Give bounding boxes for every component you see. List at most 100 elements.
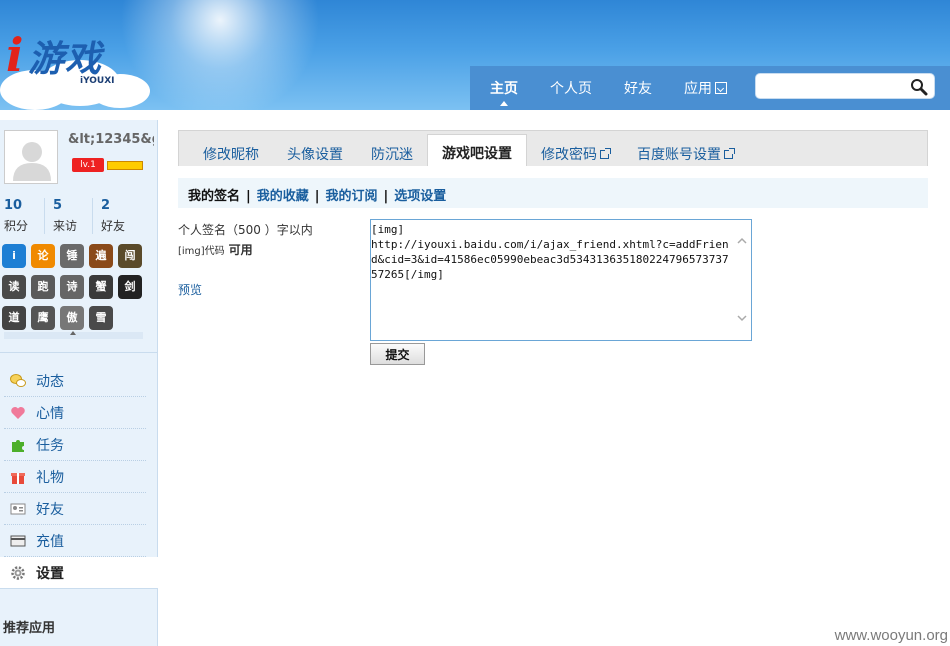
recommend-apps-heading: 推荐应用 [0, 588, 158, 636]
sidebar-item-recharge[interactable]: 充值 [4, 525, 146, 557]
watermark: www.wooyun.org [834, 627, 948, 644]
badge-icon[interactable]: 闯 [118, 244, 142, 268]
tab-label: 百度账号设置 [637, 147, 721, 163]
badge-icon[interactable]: 鹰 [31, 306, 55, 330]
heart-icon [11, 406, 25, 419]
sidebar-item-label: 动态 [36, 373, 64, 390]
user-stats: 10 积分 5 来访 2 好友 [0, 198, 158, 234]
nav-apps-label: 应用 [684, 81, 712, 97]
badge-icon[interactable]: i [2, 244, 26, 268]
nav-home-label: 主页 [490, 81, 518, 97]
stat-value: 5 [53, 198, 63, 213]
stat-label: 好友 [101, 219, 126, 233]
level-progress-bar [107, 161, 143, 170]
stat-value: 10 [4, 198, 23, 213]
gear-icon [11, 566, 25, 580]
img-code-text: [img]代码 [178, 246, 225, 257]
external-link-icon [600, 148, 611, 159]
subnav-separator: | [383, 189, 389, 204]
site-header: i 游戏 iYOUXI 主页 个人页 好友 应用 [0, 0, 950, 110]
badge-expand-toggle[interactable] [4, 331, 143, 339]
sidebar-item-label: 礼物 [36, 469, 64, 486]
badge-icon[interactable]: 傲 [60, 306, 84, 330]
subnav-separator: | [246, 189, 251, 204]
stat-visits[interactable]: 5 来访 [44, 198, 92, 234]
tab-nickname[interactable]: 修改昵称 [189, 136, 273, 166]
sidebar-item-friends[interactable]: 好友 [4, 493, 146, 525]
sidebar-item-gifts[interactable]: 礼物 [4, 461, 146, 493]
tab-label: 游戏吧设置 [442, 146, 512, 162]
sidebar-menu: 动态 心情 任务 礼物 好友 充值 设置 [0, 365, 158, 589]
settings-tabs: 修改昵称 头像设置 防沉迷 游戏吧设置 修改密码 百度账号设置 [178, 130, 928, 166]
sidebar-item-tasks[interactable]: 任务 [4, 429, 146, 461]
stat-points[interactable]: 10 积分 [0, 198, 44, 234]
subnav-separator: | [314, 189, 320, 204]
badge-icon[interactable]: 诗 [60, 275, 84, 299]
sidebar-item-mood[interactable]: 心情 [4, 397, 146, 429]
nav-apps[interactable]: 应用 [668, 66, 743, 110]
signature-length-label: 个人签名（500 ）字以内 [178, 223, 313, 237]
badge-icon[interactable]: 剑 [118, 275, 142, 299]
puzzle-icon [12, 439, 24, 452]
subnav-option-settings[interactable]: 选项设置 [394, 189, 446, 204]
chevron-down-icon[interactable] [737, 313, 747, 323]
badge-icon[interactable]: 蟹 [89, 275, 113, 299]
user-silhouette-icon [13, 142, 51, 181]
signature-textarea[interactable] [370, 219, 752, 341]
sidebar-item-feed[interactable]: 动态 [4, 365, 146, 397]
nav-friends[interactable]: 好友 [608, 66, 668, 110]
stat-label: 积分 [4, 219, 29, 233]
sidebar: &lt;12345&g lv.1 10 积分 5 来访 2 好友 i 论 锤 遍 闯 … [0, 120, 158, 646]
badge-grid: i 论 锤 遍 闯 读 跑 诗 蟹 剑 道 鹰 傲 雪 [2, 244, 152, 337]
tab-avatar[interactable]: 头像设置 [273, 136, 357, 166]
submit-button[interactable]: 提交 [370, 343, 425, 365]
tab-label: 头像设置 [287, 147, 343, 163]
username[interactable]: &lt;12345&g [68, 132, 154, 147]
tab-baidu-account[interactable]: 百度账号设置 [623, 136, 747, 166]
tab-label: 修改密码 [541, 147, 597, 163]
nav-personal[interactable]: 个人页 [534, 66, 608, 110]
tab-game-bar-settings[interactable]: 游戏吧设置 [427, 134, 527, 166]
avatar[interactable] [4, 130, 58, 184]
preview-link[interactable]: 预览 [178, 281, 202, 298]
logo-text: 游戏 [28, 39, 103, 80]
badge-icon[interactable]: 遍 [89, 244, 113, 268]
img-code-label: [img]代码 可用 [178, 241, 253, 258]
tab-label: 修改昵称 [203, 147, 259, 163]
tab-change-password[interactable]: 修改密码 [527, 136, 623, 166]
subnav-my-signature[interactable]: 我的签名 [188, 189, 240, 204]
logo-subtext: iYOUXI [80, 76, 115, 86]
top-nav: 主页 个人页 好友 应用 [474, 66, 743, 110]
subnav-my-subscriptions[interactable]: 我的订阅 [326, 189, 378, 204]
stat-label: 来访 [53, 219, 78, 233]
search-icon[interactable] [910, 78, 928, 96]
sidebar-item-label: 好友 [36, 501, 64, 518]
img-code-status: 可用 [228, 243, 253, 257]
stat-friends[interactable]: 2 好友 [92, 198, 140, 234]
logo-i: i [6, 28, 24, 82]
badge-icon[interactable]: 论 [31, 244, 55, 268]
badge-icon[interactable]: 跑 [31, 275, 55, 299]
chat-bubble-icon [10, 373, 26, 387]
badge-icon[interactable]: 道 [2, 306, 26, 330]
sidebar-item-label: 充值 [36, 533, 64, 550]
site-logo[interactable]: i 游戏 iYOUXI [6, 22, 146, 102]
sidebar-item-label: 设置 [36, 566, 64, 582]
badge-icon[interactable]: 锤 [60, 244, 84, 268]
tab-label: 防沉迷 [371, 147, 413, 163]
sidebar-item-settings[interactable]: 设置 [0, 557, 158, 589]
subnav-my-favorites[interactable]: 我的收藏 [257, 189, 309, 204]
tab-anti-addiction[interactable]: 防沉迷 [357, 136, 427, 166]
chevron-down-icon [715, 82, 727, 94]
badge-icon[interactable]: 雪 [89, 306, 113, 330]
search-box [755, 73, 935, 99]
card-icon [10, 535, 26, 546]
id-card-icon [10, 503, 26, 514]
chevron-up-icon[interactable] [737, 236, 747, 246]
stat-value: 2 [101, 198, 111, 213]
search-input[interactable] [762, 77, 902, 95]
external-link-icon [724, 148, 735, 159]
badge-icon[interactable]: 读 [2, 275, 26, 299]
level-badge: lv.1 [72, 158, 104, 172]
nav-home[interactable]: 主页 [474, 66, 534, 110]
